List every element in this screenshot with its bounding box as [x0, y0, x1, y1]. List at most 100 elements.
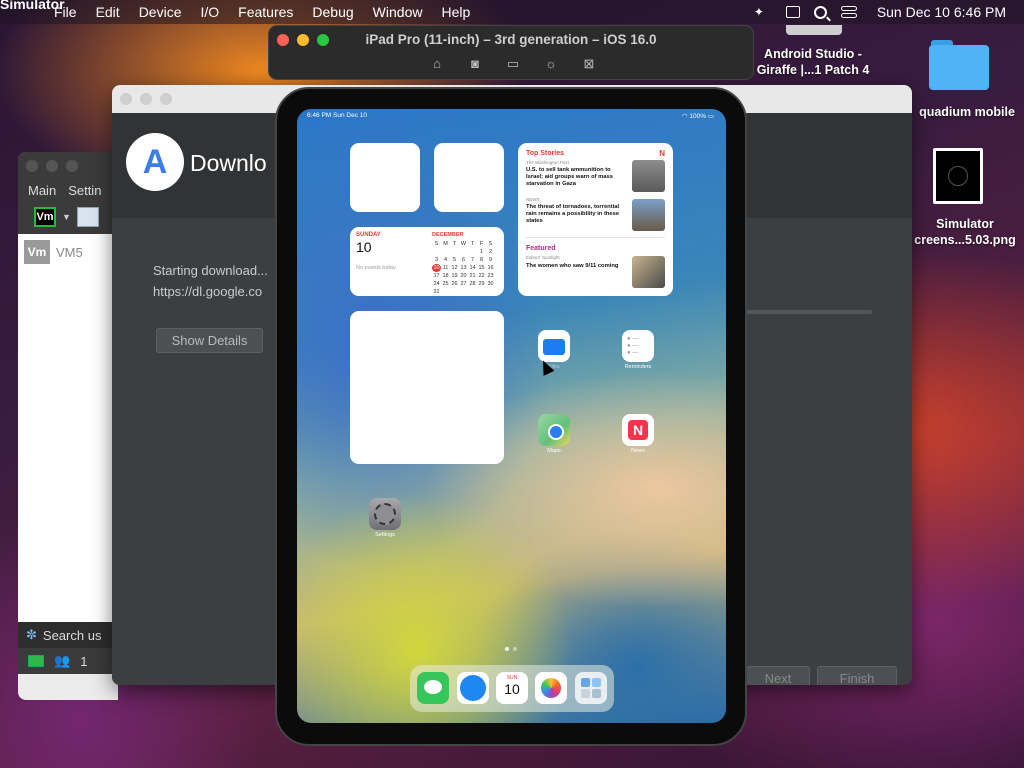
calendar-day	[468, 288, 477, 296]
menu-debug[interactable]: Debug	[312, 4, 353, 20]
calendar-day	[459, 248, 468, 256]
calendar-day: 9	[488, 257, 493, 263]
calendar-day: 14	[469, 265, 476, 271]
safari-icon[interactable]	[457, 672, 489, 704]
edit-settings-icon[interactable]	[76, 207, 99, 227]
minimize-button[interactable]	[140, 93, 152, 105]
maps-app-icon[interactable]	[538, 414, 570, 446]
screenshot-file-icon[interactable]	[933, 148, 983, 204]
rotate-icon[interactable]: ▭	[505, 56, 521, 72]
shake-icon[interactable]: ⊠	[581, 56, 597, 72]
user-count: 1	[80, 653, 88, 669]
reminders-app-icon[interactable]: ● — ● — ● —	[622, 330, 654, 362]
news-thumbnail-2	[632, 199, 665, 231]
next-button[interactable]: Next	[746, 666, 810, 685]
calendar-week-row: 3456789	[432, 256, 495, 264]
empty-widget-large[interactable]	[350, 311, 504, 464]
calendar-day: 24	[433, 281, 440, 287]
messages-icon[interactable]	[417, 672, 449, 704]
news-headline-1[interactable]: U.S. to sell tank ammunition to Israel; …	[526, 167, 626, 187]
calendar-icon[interactable]: SUN 10	[496, 672, 528, 704]
calendar-weeks: 1 2 3 4 5 6 7 8 9 10 11 12 13 14 15 16 17 18 19 20 21 22 23 24 2…	[432, 248, 495, 296]
minimize-button[interactable]	[46, 160, 58, 172]
calendar-day: 6	[461, 257, 466, 263]
vm-menu-main[interactable]: Main	[28, 183, 56, 198]
calendar-day: 8	[479, 257, 484, 263]
calendar-month-grid: DECEMBER S M T W T F S 1 2 3 4 5 6 7 8 9 10 11 12 13…	[432, 232, 495, 296]
news-separator	[526, 237, 665, 238]
calendar-day: 12	[451, 265, 458, 271]
screenshot-icon[interactable]: ◙	[467, 56, 483, 72]
page-indicator[interactable]	[505, 647, 517, 651]
menu-edit[interactable]: Edit	[96, 4, 120, 20]
news-headline-2[interactable]: The threat of tornadoes, torrential rain…	[526, 204, 626, 224]
drive-icon[interactable]	[786, 25, 842, 35]
calendar-day: 13	[460, 265, 467, 271]
list-item[interactable]: Vm VM5	[18, 240, 118, 264]
reminders-app-label: Reminders	[624, 364, 652, 370]
calendar-week-row: 10 11 12 13 14 15 16	[432, 264, 495, 272]
menu-io[interactable]: I/O	[200, 4, 219, 20]
folder-label[interactable]: quadium mobile	[910, 104, 1024, 120]
ipad-status-bar: 6:46 PM Sun Dec 10 ◠ 100% ▭	[307, 112, 714, 124]
empty-widget-1[interactable]	[350, 143, 420, 212]
users-icon[interactable]: 👥	[54, 653, 70, 669]
close-button[interactable]	[26, 160, 38, 172]
vm-logo-icon[interactable]: Vm	[34, 207, 56, 227]
calendar-header-row: S M T W T F S	[432, 240, 495, 248]
calendar-widget[interactable]: SUNDAY 10 No events today DECEMBER S M T…	[350, 227, 504, 296]
menu-help[interactable]: Help	[441, 4, 470, 20]
folder-icon[interactable]	[929, 40, 989, 90]
zoom-button[interactable]	[66, 160, 78, 172]
menu-window[interactable]: Window	[373, 4, 423, 20]
menu-device[interactable]: Device	[139, 4, 182, 20]
dropdown-chevron-icon[interactable]: ▼	[62, 212, 71, 222]
finish-button[interactable]: Finish	[817, 666, 897, 685]
calendar-day: 31	[433, 289, 440, 295]
vm-icon: Vm	[24, 240, 50, 264]
news-widget[interactable]: N Top Stories The Washington Post U.S. t…	[518, 143, 673, 296]
android-studio-desktop-label[interactable]: Android Studio - Giraffe |...1 Patch 4	[752, 46, 874, 78]
photos-icon[interactable]	[535, 672, 567, 704]
screenshot-file-label[interactable]: Simulator creens...5.03.png	[906, 216, 1024, 248]
status-extra-icon[interactable]: ✦	[754, 5, 772, 19]
news-source-2: NEWS	[526, 197, 540, 202]
featured-heading: Featured	[526, 245, 556, 252]
close-button[interactable]	[120, 93, 132, 105]
monitor-status-icon[interactable]	[28, 655, 44, 667]
empty-widget-2[interactable]	[434, 143, 504, 212]
home-icon[interactable]: ⌂	[429, 56, 445, 72]
spotlight-search-icon[interactable]	[813, 5, 827, 19]
calendar-day: 18	[442, 273, 449, 279]
app-library-icon[interactable]	[575, 672, 607, 704]
display-mirror-icon[interactable]	[785, 6, 800, 18]
calendar-day	[441, 248, 450, 256]
calendar-day: 15	[478, 265, 485, 271]
vm-search-bar[interactable]: ✼ Search us	[18, 622, 118, 648]
calendar-day: 1	[479, 249, 484, 255]
files-app-icon[interactable]	[538, 330, 570, 362]
menu-clock[interactable]: Sun Dec 10 6:46 PM	[877, 4, 1006, 20]
puzzle-icon: ✼	[26, 627, 37, 642]
menu-bar: Simulator File Edit Device I/O Features …	[0, 0, 1024, 24]
menu-app-name[interactable]: Simulator	[0, 0, 65, 28]
news-app-icon[interactable]: N	[622, 414, 654, 446]
calendar-day	[441, 288, 450, 296]
vm-menu-settings[interactable]: Settin	[68, 183, 101, 198]
brightness-icon[interactable]: ☼	[543, 56, 559, 72]
calendar-no-events: No events today	[356, 265, 396, 271]
day-header: S	[434, 241, 439, 247]
calendar-day: 7	[470, 257, 475, 263]
settings-app-icon[interactable]	[369, 498, 401, 530]
calendar-week-row: 31	[432, 288, 495, 296]
calendar-day: 28	[469, 281, 476, 287]
search-input[interactable]: Search us	[43, 628, 102, 643]
control-center-icon[interactable]	[840, 6, 857, 18]
zoom-button[interactable]	[160, 93, 172, 105]
menu-features[interactable]: Features	[238, 4, 293, 20]
show-details-button[interactable]: Show Details	[156, 328, 263, 353]
calendar-day: 10	[432, 264, 441, 272]
news-source-1: The Washington Post	[526, 160, 569, 165]
news-headline-3[interactable]: The women who saw 9/11 coming	[526, 263, 626, 270]
settings-app-label: Settings	[375, 532, 395, 538]
